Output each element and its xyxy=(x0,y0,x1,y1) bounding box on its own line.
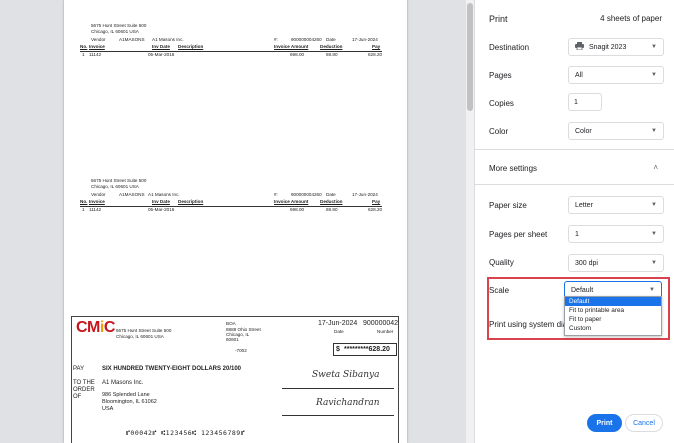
scale-option-default[interactable]: Default xyxy=(565,297,661,306)
color-value: Color xyxy=(575,127,592,135)
copies-input[interactable]: 1 xyxy=(568,93,602,111)
signature-2: Ravichandran xyxy=(316,398,380,408)
color-label: Color xyxy=(489,127,509,136)
check-number: 900000042 xyxy=(363,320,399,327)
paper-size-label: Paper size xyxy=(489,201,527,210)
scale-value: Default xyxy=(571,286,594,294)
check-layer: CMiC 5675 Hunt Street Suite 500 Chicago,… xyxy=(64,0,407,443)
of-label: OF xyxy=(73,394,82,400)
check-routing: -7002 xyxy=(235,348,247,353)
cmic-logo: CMiC xyxy=(76,319,115,336)
pay-label: PAY xyxy=(73,366,85,372)
pages-per-sheet-value: 1 xyxy=(575,230,579,238)
payee-address: 986 Splended Lane xyxy=(102,392,150,398)
scale-option-fit-paper[interactable]: Fit to paper xyxy=(565,315,661,324)
payee-name: A1 Masons Inc. xyxy=(102,380,144,386)
order-label: ORDER xyxy=(73,387,95,393)
scale-option-fit-printable[interactable]: Fit to printable area xyxy=(565,306,661,315)
chevron-down-icon: ▼ xyxy=(651,72,657,78)
chevron-up-icon[interactable]: ˄ xyxy=(653,163,658,172)
signature-line xyxy=(282,388,394,389)
payee-address: Bloomington, IL 61062 xyxy=(102,399,157,405)
signature-line xyxy=(282,415,394,416)
paper-size-value: Letter xyxy=(575,201,593,209)
destination-label: Destination xyxy=(489,43,530,52)
cancel-button[interactable]: Cancel xyxy=(625,414,663,432)
chevron-down-icon: ▼ xyxy=(651,128,657,134)
destination-value: Snagit 2023 xyxy=(589,43,627,51)
print-preview: 5675 Hunt Street Suite 500 Chicago, IL 6… xyxy=(0,0,474,443)
pages-per-sheet-label: Pages per sheet xyxy=(489,230,548,239)
pay-words: SIX HUNDRED TWENTY-EIGHT DOLLARS 20/100 xyxy=(102,366,242,372)
printer-icon xyxy=(575,42,584,52)
pages-label: Pages xyxy=(489,71,512,80)
divider xyxy=(475,149,674,150)
micr-line: ⑈00042⑈ ⑆123456⑆ 123456789⑈ xyxy=(126,429,246,437)
chevron-down-icon: ▼ xyxy=(651,260,657,266)
panel-title: Print xyxy=(489,14,508,24)
check-date: 17-Jun-2024 xyxy=(318,320,358,327)
copies-label: Copies xyxy=(489,99,514,108)
payee-address: USA xyxy=(102,406,114,412)
check-date-label: Date xyxy=(334,329,344,334)
chevron-down-icon: ▼ xyxy=(649,287,655,293)
check-amount: *********628.20 xyxy=(344,346,390,353)
color-select[interactable]: Color ▼ xyxy=(568,122,664,140)
signature-1: Sweta Sibanya xyxy=(312,370,380,380)
destination-select[interactable]: Snagit 2023 ▼ xyxy=(568,38,664,56)
check-bank-address: 60601 xyxy=(226,337,239,342)
scale-label: Scale xyxy=(489,286,510,295)
scale-dropdown-list[interactable]: Default Fit to printable area Fit to pap… xyxy=(564,296,662,336)
check-number-label: Number xyxy=(377,329,394,334)
quality-value: 300 dpi xyxy=(575,259,598,267)
to-the-label: TO THE xyxy=(73,380,95,386)
chevron-down-icon: ▼ xyxy=(651,231,657,237)
chevron-down-icon: ▼ xyxy=(651,44,657,50)
scale-option-custom[interactable]: Custom xyxy=(565,324,661,333)
pages-value: All xyxy=(575,71,583,79)
divider xyxy=(475,184,674,185)
more-settings-toggle[interactable]: More settings xyxy=(489,164,537,173)
quality-label: Quality xyxy=(489,258,514,267)
quality-select[interactable]: 300 dpi ▼ xyxy=(568,254,664,272)
print-settings-panel: Print 4 sheets of paper Destination Snag… xyxy=(474,0,674,443)
check-company-address: Chicago, IL 60601 USA xyxy=(116,334,164,339)
pages-select[interactable]: All ▼ xyxy=(568,66,664,84)
print-button[interactable]: Print xyxy=(587,414,622,432)
check: CMiC 5675 Hunt Street Suite 500 Chicago,… xyxy=(71,316,399,443)
paper-size-select[interactable]: Letter ▼ xyxy=(568,196,664,214)
sheet-count: 4 sheets of paper xyxy=(600,14,662,23)
chevron-down-icon: ▼ xyxy=(651,202,657,208)
pages-per-sheet-select[interactable]: 1 ▼ xyxy=(568,225,664,243)
preview-scrollbar-thumb[interactable] xyxy=(467,3,473,111)
dollar-sign: $ xyxy=(336,346,340,353)
